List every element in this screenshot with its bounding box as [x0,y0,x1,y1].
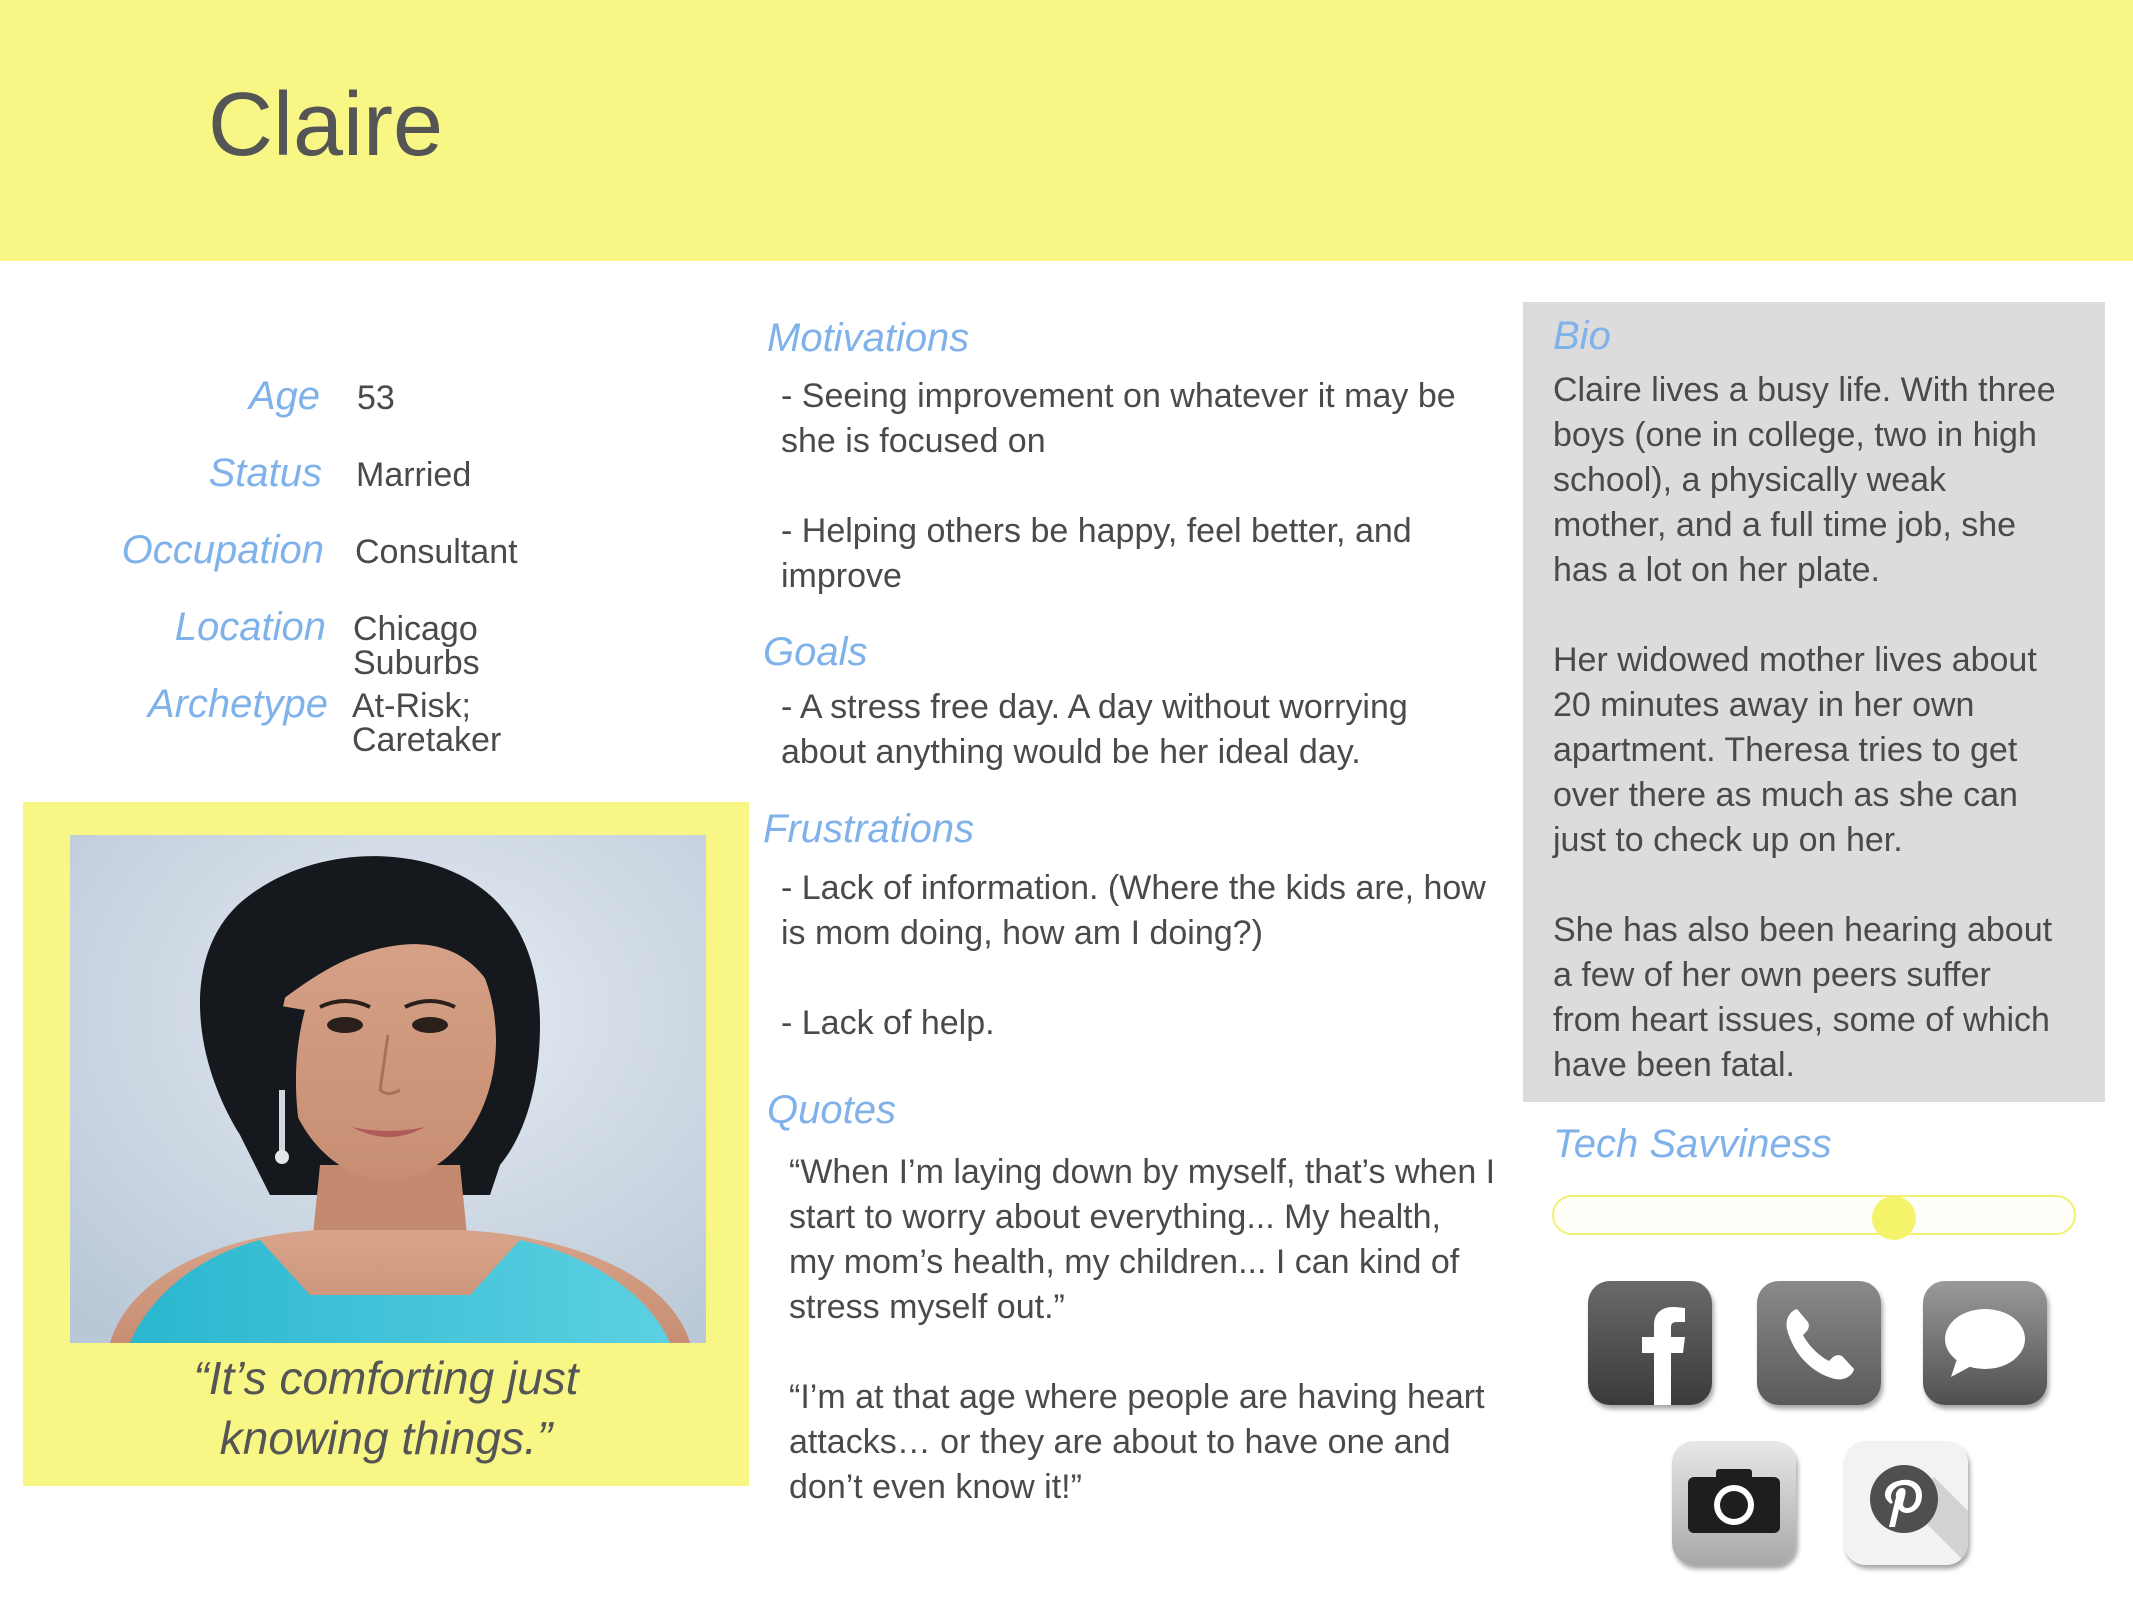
text-line: “I’m at that age where people are having… [789,1378,1485,1416]
attribute-value: Chicago Suburbs [353,610,480,682]
persona-photo [70,835,706,1343]
motivations-body: - Seeing improvement on whatever it may … [781,374,1456,599]
text-line: she is focused on [781,422,1046,460]
text-line: - Lack of help. [781,1004,995,1042]
attribute-label: Location [174,605,326,649]
text-line: attacks… or they are about to have one a… [789,1423,1451,1461]
text-line: Claire lives a busy life. With three [1553,371,2056,409]
text-line: my mom’s health, my children... I can ki… [789,1243,1460,1281]
phone-icon [1757,1281,1881,1405]
text-line: She has also been hearing about [1553,911,2053,949]
attribute-label: Status [208,451,322,495]
text-line: mother, and a full time job, she [1553,506,2017,544]
attribute-value: Married [356,456,472,494]
text-line: improve [781,557,902,595]
text-line: Her widowed mother lives about [1553,641,2037,679]
quotes-body: “When I’m laying down by myself, that’s … [789,1150,1495,1510]
text-line: - Seeing improvement on whatever it may … [781,377,1456,415]
attribute-label: Archetype [147,682,328,726]
text-line: school), a physically weak [1553,461,1947,499]
text-line: has a lot on her plate. [1553,551,1881,589]
tech-savviness-knob [1872,1196,1916,1240]
text-line: about anything would be her ideal day. [781,733,1361,771]
frustrations-title: Frustrations [763,807,975,851]
persona-quote-line: knowing things.” [219,1412,553,1464]
attribute-value: 53 [357,379,395,417]
pinterest-icon [1844,1441,1968,1565]
text-line: 20 minutes away in her own [1553,686,1975,724]
text-line: - A stress free day. A day without worry… [781,688,1408,726]
text-line: - Lack of information. (Where the kids a… [781,869,1486,907]
text-line: boys (one in college, two in high [1553,416,2037,454]
text-line: have been fatal. [1553,1046,1795,1084]
persona-quote-line: “It’s comforting just [193,1352,579,1404]
text-line: don’t even know it!” [789,1468,1082,1506]
attribute-label: Age [248,374,320,418]
text-line: just to check up on her. [1553,821,1903,859]
motivations-title: Motivations [767,316,970,360]
text-line: over there as much as she can [1553,776,2018,814]
persona-name: Claire [208,75,444,175]
tech-savviness-title: Tech Savviness [1553,1122,1832,1166]
attribute-value: Consultant [355,533,518,571]
text-line: is mom doing, how am I doing?) [781,914,1263,952]
frustrations-body: - Lack of information. (Where the kids a… [781,866,1486,1046]
text-line: apartment. Theresa tries to get [1553,731,2018,769]
bio-title: Bio [1553,314,1611,358]
attribute-label: Occupation [121,528,324,572]
tech-savviness-track [1552,1195,2076,1235]
text-line: from heart issues, some of which [1553,1001,2050,1039]
text-line: stress myself out.” [789,1288,1065,1326]
persona-quote: “It’s comforting just knowing things.” [23,1348,749,1468]
attribute-value: At-Risk; Caretaker [352,687,502,759]
camera-icon [1672,1441,1796,1565]
text-line: start to worry about everything... My he… [789,1198,1441,1236]
goals-body: - A stress free day. A day without worry… [781,685,1408,775]
facebook-icon [1588,1281,1712,1405]
bio-body: Claire lives a busy life. With three boy… [1553,368,2056,1088]
text-line: “When I’m laying down by myself, that’s … [789,1153,1496,1191]
text-line: a few of her own peers suffer [1553,956,1991,994]
goals-title: Goals [763,630,868,674]
text-line: - Helping others be happy, feel better, … [781,512,1412,550]
quotes-title: Quotes [767,1088,896,1132]
messages-icon [1923,1281,2047,1405]
